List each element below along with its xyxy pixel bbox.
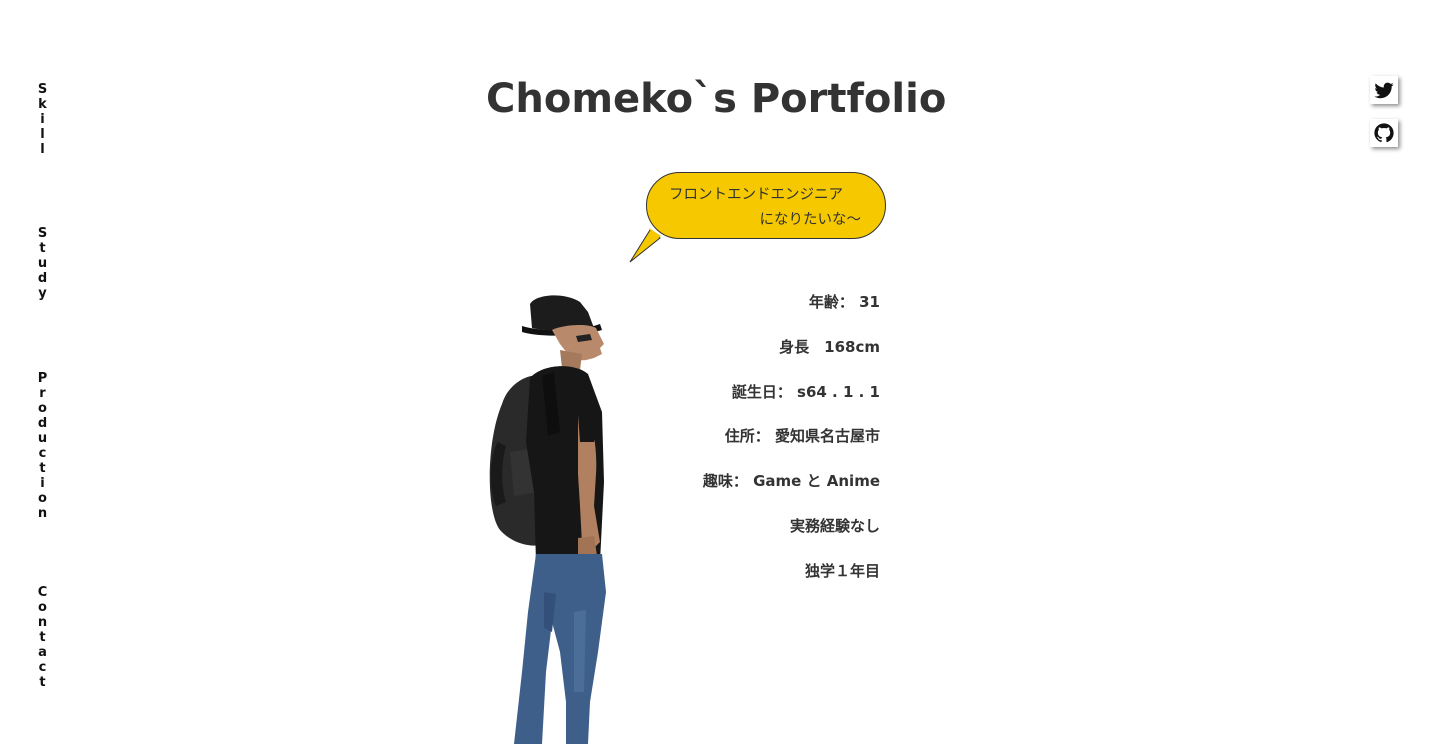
nav-link-skill[interactable]: Skill [30, 82, 50, 157]
github-icon [1374, 123, 1394, 143]
speech-bubble: フロントエンドエンジニア になりたいな〜 [628, 172, 890, 266]
speech-bubble-line2: になりたいな〜 [759, 212, 862, 228]
speech-bubble-body: フロントエンドエンジニア になりたいな〜 [646, 172, 886, 239]
nav-link-production[interactable]: Production [30, 371, 50, 521]
nav-link-study[interactable]: Study [30, 226, 50, 301]
profile-address: 住所： 愛知県名古屋市 [724, 427, 880, 446]
nav-link-contact[interactable]: Contact [30, 585, 50, 690]
github-link[interactable] [1370, 119, 1398, 147]
portfolio-page: Skill Study Production Contact Chomeko`s… [0, 0, 1430, 744]
profile-self-study: 独学１年目 [804, 561, 880, 580]
profile-birthday: 誕生日： s64 . 1 . 1 [731, 382, 880, 401]
profile-experience: 実務経験なし [789, 516, 880, 535]
profile-photo [489, 295, 606, 744]
profile-info-list: 年齢： 31 身長 168cm 誕生日： s64 . 1 . 1 住所： 愛知県… [680, 291, 880, 605]
profile-hobby: 趣味： Game と Anime [702, 472, 880, 491]
page-title: Chomeko`s Portfolio [486, 76, 947, 122]
profile-height: 身長 168cm [779, 337, 880, 356]
social-links [1370, 76, 1400, 162]
twitter-link[interactable] [1370, 76, 1398, 104]
profile-age: 年齢： 31 [808, 293, 880, 311]
twitter-icon [1374, 82, 1394, 99]
speech-bubble-line1: フロントエンドエンジニア [669, 187, 843, 203]
